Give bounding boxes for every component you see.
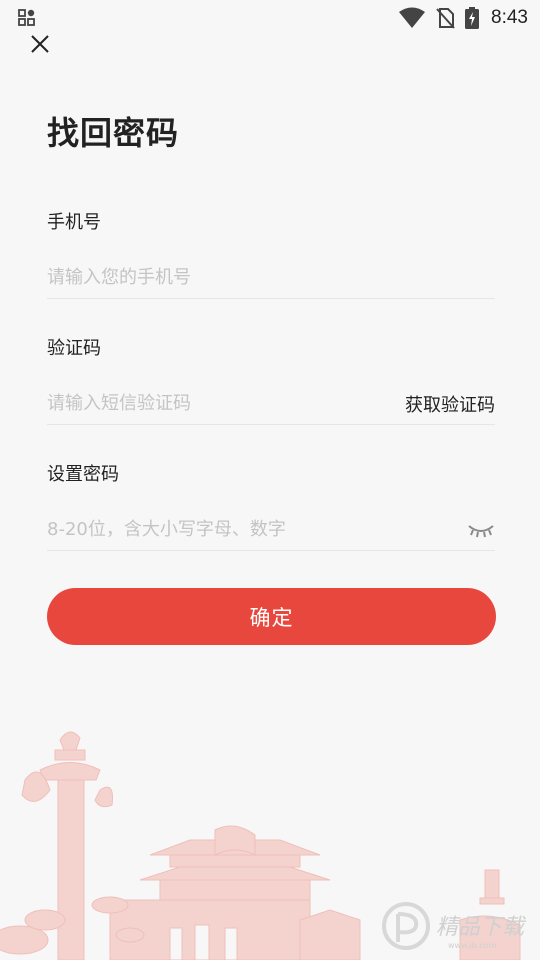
wifi-icon (399, 7, 426, 28)
notification-grid-icon (18, 9, 35, 26)
phone-field-group: 手机号 (47, 210, 495, 299)
code-field-group: 验证码 获取验证码 (47, 336, 495, 425)
status-time: 8:43 (491, 7, 528, 28)
watermark-logo: 精品下载 www.jb.com (382, 902, 527, 950)
code-input[interactable] (47, 384, 405, 424)
watermark-url: www.jb.com (448, 941, 497, 950)
password-field-group: 设置密码 (47, 462, 495, 551)
close-icon[interactable] (26, 30, 54, 58)
no-sim-icon (436, 8, 455, 29)
status-icons: 8:43 (399, 5, 528, 31)
battery-charging-icon (465, 7, 480, 29)
confirm-button[interactable]: 确定 (47, 588, 496, 645)
watermark-brand: 精品下载 (436, 915, 527, 940)
get-code-button[interactable]: 获取验证码 (405, 391, 495, 417)
code-label: 验证码 (47, 338, 101, 359)
password-label: 设置密码 (47, 464, 119, 485)
phone-row (47, 258, 495, 299)
status-bar: 8:43 (0, 0, 540, 36)
password-row (47, 510, 495, 551)
page-title: 找回密码 (47, 114, 180, 152)
eye-closed-icon[interactable] (467, 520, 495, 540)
code-row: 获取验证码 (47, 384, 495, 425)
password-input[interactable] (47, 510, 467, 550)
phone-input[interactable] (47, 258, 495, 298)
phone-label: 手机号 (47, 212, 101, 233)
